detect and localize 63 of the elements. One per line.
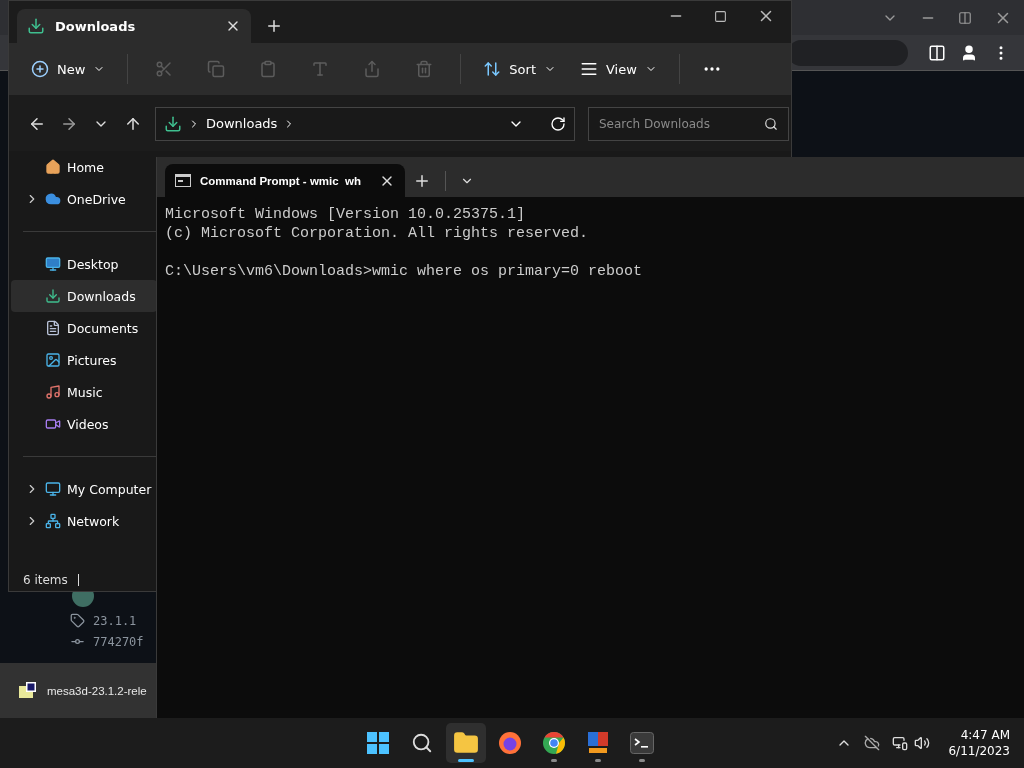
command-prompt-icon	[175, 174, 191, 187]
nav-item[interactable]: Music	[11, 376, 157, 408]
video-icon	[45, 416, 61, 432]
search-icon	[764, 116, 778, 131]
nav-item[interactable]: Network	[11, 505, 157, 537]
download-filename[interactable]: mesa3d-23.1.2-rele	[47, 684, 147, 697]
download-icon	[45, 288, 61, 304]
nav-item[interactable]: Videos	[11, 408, 157, 440]
refresh-icon[interactable]	[550, 115, 566, 132]
app-icon	[586, 731, 610, 755]
nav-item[interactable]: My Computer	[11, 473, 157, 505]
nav-item[interactable]: Desktop	[11, 248, 157, 280]
nav-item[interactable]: Pictures	[11, 344, 157, 376]
windows-logo-icon	[367, 732, 389, 754]
picture-icon	[45, 352, 61, 368]
search-input[interactable]: Search Downloads	[597, 115, 764, 132]
item-count: 6 items	[23, 572, 68, 587]
desktop-icon	[45, 256, 61, 272]
new-tab-icon[interactable]	[265, 17, 283, 35]
search-icon	[411, 732, 433, 754]
console-line: Microsoft Windows [Version 10.0.25375.1]	[165, 205, 527, 224]
computer-icon	[45, 481, 61, 497]
nav-item[interactable]: OneDrive	[11, 183, 157, 215]
search-field[interactable]: Search Downloads	[588, 106, 789, 141]
nav-item[interactable]: Downloads	[11, 280, 157, 312]
tag-icon	[70, 613, 85, 628]
new-button[interactable]: New	[21, 51, 116, 87]
house-icon	[45, 159, 61, 175]
explorer-tab[interactable]: Downloads	[17, 9, 251, 43]
cloud-off-icon[interactable]	[864, 735, 881, 751]
document-icon	[45, 320, 61, 336]
plus-circle-icon	[31, 60, 49, 78]
command-line: C:\Users\vm6\Downloads>wmic where os primary=0 reboot	[165, 262, 644, 281]
profile-icon[interactable]	[960, 43, 978, 62]
side-panel-icon[interactable]	[928, 43, 946, 62]
sort-button[interactable]: Sort	[473, 51, 566, 87]
firefox-icon	[498, 731, 522, 755]
cloud-icon	[45, 191, 61, 207]
commit-hash[interactable]: 774270f	[93, 634, 144, 649]
clock[interactable]: 4:47 AM 6/11/2023	[948, 727, 1010, 759]
breadcrumb[interactable]: Downloads	[206, 116, 278, 131]
address-bar[interactable]: Downloads	[155, 106, 575, 141]
terminal-icon	[630, 732, 654, 754]
nav-item[interactable]: Documents	[11, 312, 157, 344]
lines-icon	[580, 60, 598, 78]
tag-label[interactable]: 23.1.1	[93, 613, 137, 628]
archive-file-icon	[19, 681, 37, 700]
view-button[interactable]: View	[570, 51, 667, 87]
network-icon[interactable]	[892, 735, 909, 751]
volume-icon[interactable]	[914, 735, 931, 751]
file-explorer-button[interactable]	[446, 723, 486, 763]
folder-icon	[453, 730, 479, 756]
maximize-icon[interactable]	[714, 9, 727, 23]
nav-item[interactable]: Home	[11, 151, 157, 183]
sort-icon	[483, 60, 502, 78]
console-line: (c) Microsoft Corporation. All rights reserved.	[165, 224, 590, 243]
music-icon	[45, 384, 61, 400]
download-icon	[27, 17, 45, 35]
network-icon	[45, 513, 61, 529]
chrome-icon	[542, 731, 566, 755]
download-icon	[164, 114, 182, 133]
terminal-tab[interactable]: Command Prompt - wmic wh	[165, 164, 405, 197]
restore-icon[interactable]	[958, 10, 972, 25]
